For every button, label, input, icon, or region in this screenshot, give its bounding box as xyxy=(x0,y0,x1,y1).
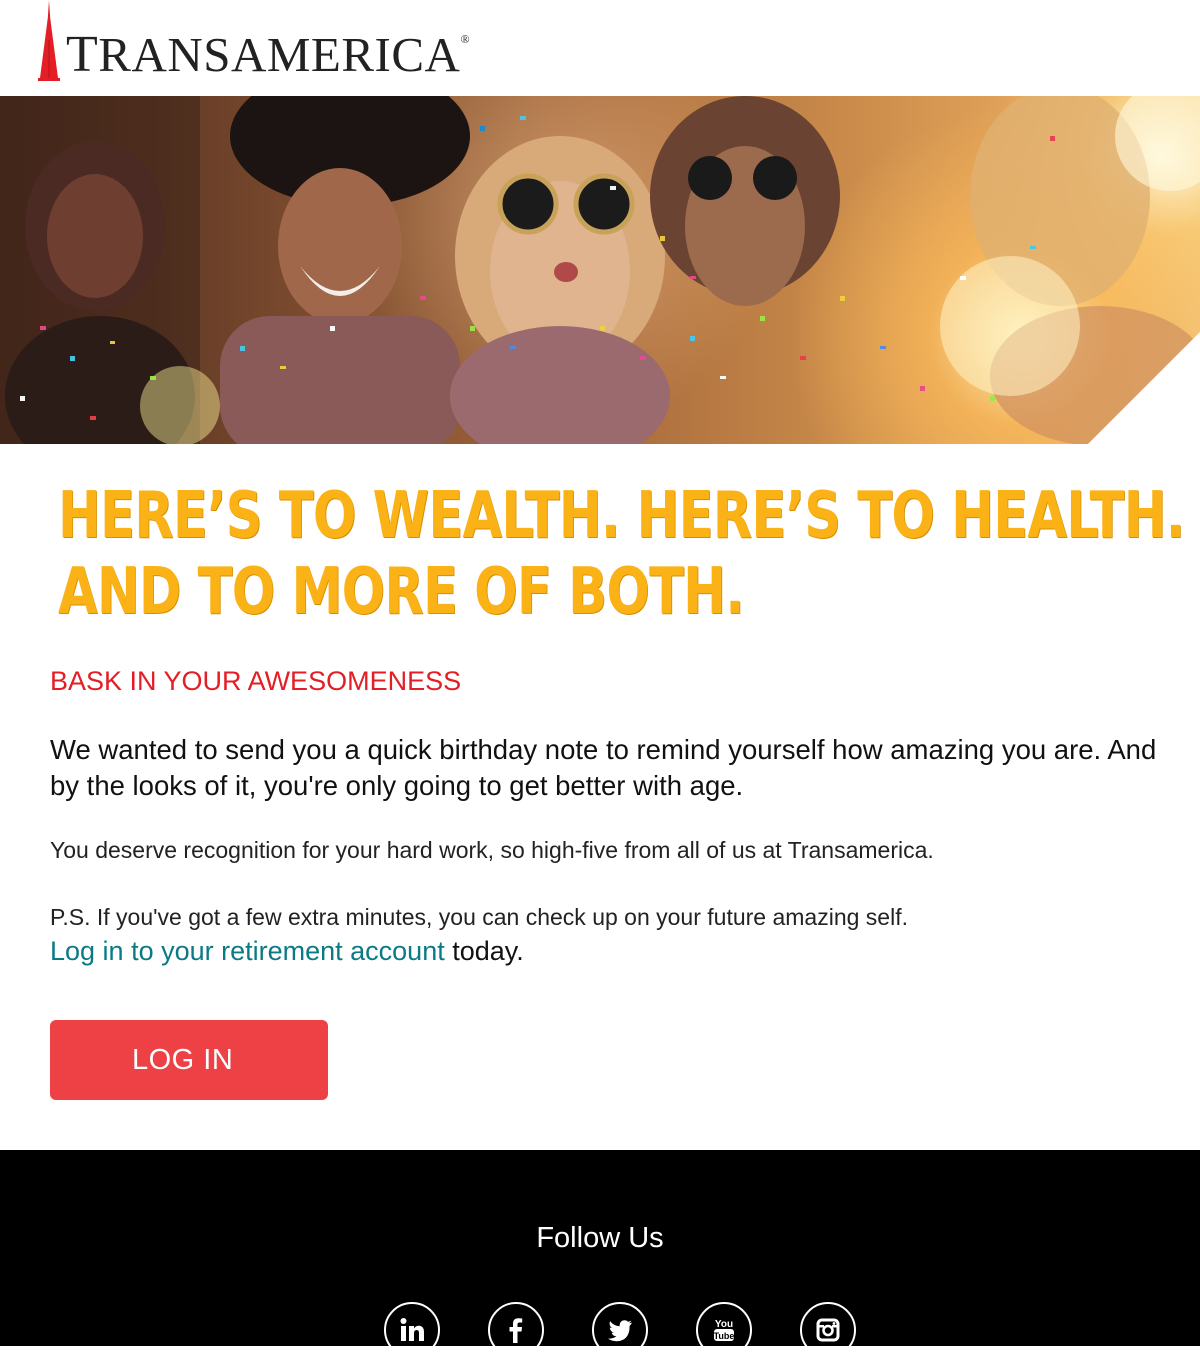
facebook-icon[interactable] xyxy=(488,1302,544,1358)
headline-line-1: HERE’S TO WEALTH. HERE’S TO HEALTH. xyxy=(58,479,1185,553)
svg-text:You: You xyxy=(715,1319,733,1330)
linkedin-glyph xyxy=(400,1318,424,1341)
footer: Follow Us You Tube xyxy=(0,1150,1200,1358)
instagram-icon[interactable] xyxy=(800,1302,856,1358)
headline: HERE’S TO WEALTH. HERE’S TO HEALTH. AND … xyxy=(58,478,1185,630)
login-line: Log in to your retirement account today. xyxy=(50,936,524,967)
twitter-icon[interactable] xyxy=(592,1302,648,1358)
retirement-account-link[interactable]: Log in to your retirement account xyxy=(50,936,445,966)
pyramid-logo-icon xyxy=(38,0,60,81)
logo-first-letter: T xyxy=(66,26,99,83)
youtube-glyph: You Tube xyxy=(714,1319,735,1341)
headline-line-2: AND TO MORE OF BOTH. xyxy=(58,555,745,629)
recognition-paragraph: You deserve recognition for your hard wo… xyxy=(50,837,934,863)
follow-us-label: Follow Us xyxy=(536,1222,664,1254)
logo-rest: RANSAMERICA xyxy=(98,27,461,82)
transamerica-logo[interactable]: TRANSAMERICA® xyxy=(36,0,470,82)
youtube-icon[interactable]: You Tube xyxy=(696,1302,752,1358)
hero-image xyxy=(0,96,1200,444)
subheading: BASK IN YOUR AWESOMENESS xyxy=(50,666,462,696)
logo-wordmark: TRANSAMERICA® xyxy=(66,29,470,82)
log-in-button[interactable]: LOG IN xyxy=(50,1020,328,1100)
login-line-suffix: today. xyxy=(444,936,524,966)
svg-text:Tube: Tube xyxy=(714,1331,735,1341)
twitter-glyph xyxy=(608,1320,632,1342)
lead-paragraph: We wanted to send you a quick birthday n… xyxy=(50,734,1157,801)
instagram-glyph xyxy=(816,1318,840,1342)
celebration-illustration xyxy=(0,96,1200,444)
ps-paragraph: P.S. If you've got a few extra minutes, … xyxy=(50,904,908,930)
registered-mark: ® xyxy=(460,32,471,46)
email-header: TRANSAMERICA® xyxy=(0,0,1200,96)
linkedin-icon[interactable] xyxy=(384,1302,440,1358)
facebook-glyph xyxy=(509,1318,523,1343)
